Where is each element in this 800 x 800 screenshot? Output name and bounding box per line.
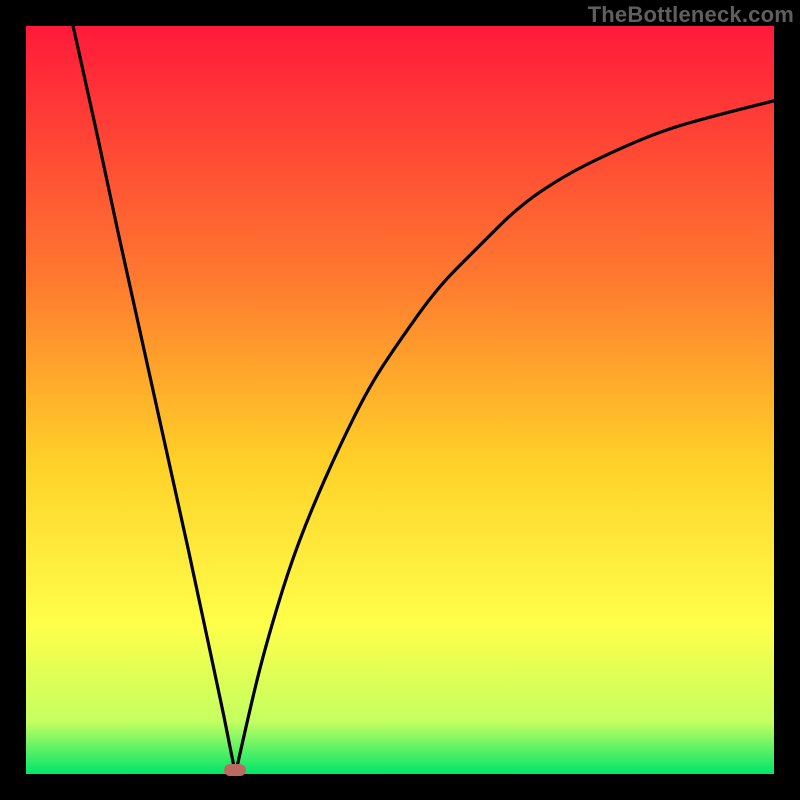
watermark-text: TheBottleneck.com xyxy=(588,2,794,28)
chart-background xyxy=(26,26,774,774)
optimum-marker xyxy=(224,764,246,776)
chart-frame xyxy=(26,26,774,774)
